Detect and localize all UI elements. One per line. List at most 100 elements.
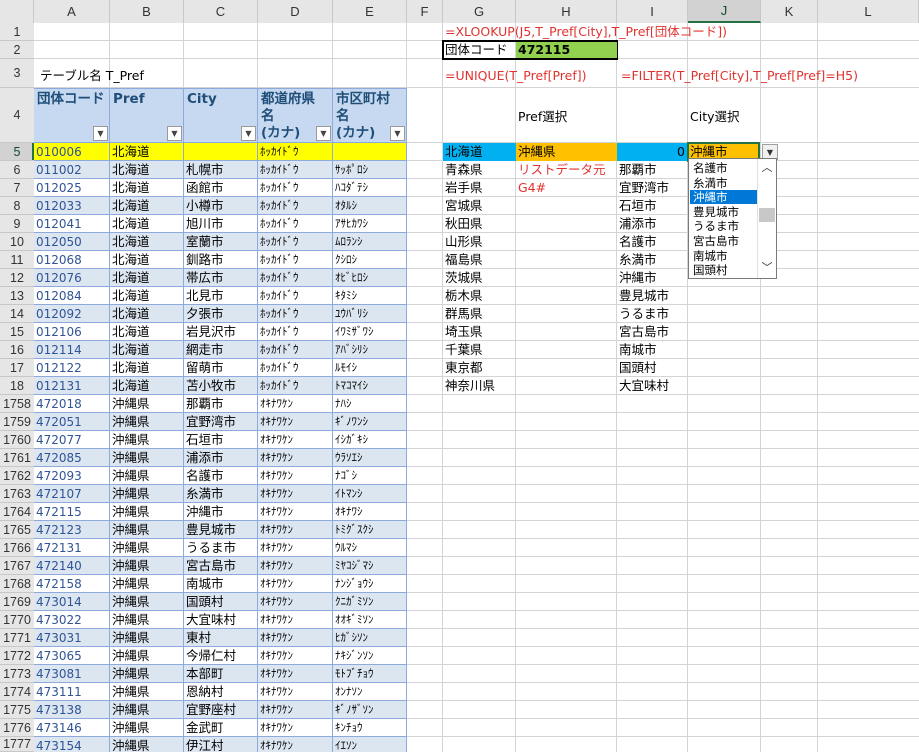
table-cell[interactable]: 472077 (34, 431, 110, 449)
row-header[interactable]: 18 (0, 377, 34, 395)
table-cell[interactable]: ﾎｯｶｲﾄﾞｳ (258, 305, 333, 323)
table-cell[interactable]: ﾎｯｶｲﾄﾞｳ (258, 215, 333, 233)
code-value[interactable]: 472115 (516, 42, 617, 58)
table-cell[interactable]: 室蘭市 (184, 233, 258, 251)
filter-dropdown-icon[interactable]: ▼ (316, 126, 331, 141)
row-header[interactable]: 1776 (0, 719, 34, 737)
table-cell[interactable]: 沖縄県 (110, 431, 184, 449)
table-cell[interactable]: 旭川市 (184, 215, 258, 233)
table-cell[interactable]: ﾊｺﾀﾞﾃｼ (333, 179, 407, 197)
table-cell[interactable]: ｲﾜﾐｻﾞﾜｼ (333, 323, 407, 341)
column-header-d[interactable]: D (258, 0, 333, 23)
table-cell[interactable]: 473111 (34, 683, 110, 701)
unique-list-item[interactable]: 東京都 (443, 359, 516, 377)
column-header-i[interactable]: I (617, 0, 688, 23)
table-cell[interactable]: 宜野湾市 (184, 413, 258, 431)
table-cell[interactable]: ｵｷﾅﾜｹﾝ (258, 557, 333, 575)
table-cell[interactable]: 北海道 (110, 287, 184, 305)
table-cell[interactable]: ﾙﾓｲｼ (333, 359, 407, 377)
table-cell[interactable]: ｵｷﾅﾜｹﾝ (258, 737, 333, 752)
table-cell[interactable]: 沖縄県 (110, 521, 184, 539)
unique-list-item[interactable]: 埼玉県 (443, 323, 516, 341)
table-cell[interactable]: ｵｷﾅﾜｹﾝ (258, 485, 333, 503)
table-cell[interactable]: ﾓﾄﾌﾞﾁｮｳ (333, 665, 407, 683)
table-cell[interactable]: 沖縄県 (110, 719, 184, 737)
table-cell[interactable]: 北海道 (110, 215, 184, 233)
table-cell[interactable]: 国頭村 (184, 593, 258, 611)
table-cell[interactable]: 沖縄県 (110, 413, 184, 431)
table-cell[interactable]: ｵｷﾅﾜｹﾝ (258, 719, 333, 737)
table-cell[interactable]: ｳﾗｿｴｼ (333, 449, 407, 467)
table-cell[interactable]: 小樽市 (184, 197, 258, 215)
table-cell[interactable]: 北海道 (110, 305, 184, 323)
filter-list-item[interactable]: 沖縄市 (617, 269, 688, 287)
filter-list-item[interactable]: 0 (617, 143, 688, 161)
filter-list-item[interactable]: 糸満市 (617, 251, 688, 269)
select-all-corner[interactable] (0, 0, 34, 23)
filter-list-item[interactable]: 宮古島市 (617, 323, 688, 341)
table-cell[interactable]: 473081 (34, 665, 110, 683)
scroll-up-icon[interactable]: ︿ (759, 161, 775, 175)
table-cell[interactable]: 473154 (34, 737, 110, 752)
table-cell[interactable]: ｵｷﾅﾜｹﾝ (258, 629, 333, 647)
table-cell[interactable]: 釧路市 (184, 251, 258, 269)
table-cell[interactable]: 北海道 (110, 359, 184, 377)
table-cell[interactable]: 豊見城市 (184, 521, 258, 539)
table-cell[interactable]: ﾎｯｶｲﾄﾞｳ (258, 377, 333, 395)
table-cell[interactable]: ﾅﾝｼﾞｮｳｼ (333, 575, 407, 593)
table-cell[interactable]: 012114 (34, 341, 110, 359)
row-header[interactable]: 1772 (0, 647, 34, 665)
table-cell[interactable]: 沖縄県 (110, 449, 184, 467)
table-cell[interactable]: ﾅﾊｼ (333, 395, 407, 413)
row-header[interactable]: 17 (0, 359, 34, 377)
table-cell[interactable]: 沖縄県 (110, 701, 184, 719)
table-cell[interactable]: 岩見沢市 (184, 323, 258, 341)
table-cell[interactable]: 東村 (184, 629, 258, 647)
table-cell[interactable]: 沖縄県 (110, 539, 184, 557)
table-cell[interactable]: 012076 (34, 269, 110, 287)
table-cell[interactable]: 糸満市 (184, 485, 258, 503)
table-cell[interactable]: 012041 (34, 215, 110, 233)
table-cell[interactable]: 472140 (34, 557, 110, 575)
table-cell[interactable]: ﾎｯｶｲﾄﾞｳ (258, 323, 333, 341)
table-cell[interactable]: ｵﾋﾞﾋﾛｼ (333, 269, 407, 287)
table-cell[interactable]: 南城市 (184, 575, 258, 593)
table-cell[interactable]: 苫小牧市 (184, 377, 258, 395)
table-cell[interactable]: ﾎｯｶｲﾄﾞｳ (258, 143, 333, 161)
row-header[interactable]: 1777 (0, 737, 34, 752)
filter-list-item[interactable]: 那覇市 (617, 161, 688, 179)
table-cell[interactable]: 472158 (34, 575, 110, 593)
filter-list-item[interactable]: 大宜味村 (617, 377, 688, 395)
table-cell[interactable]: ﾄﾐｸﾞｽｸｼ (333, 521, 407, 539)
table-cell[interactable]: ｵｷﾅﾜｹﾝ (258, 575, 333, 593)
filter-dropdown-icon[interactable]: ▼ (390, 126, 405, 141)
filter-list-item[interactable]: 石垣市 (617, 197, 688, 215)
table-cell[interactable]: 012122 (34, 359, 110, 377)
row-header[interactable]: 1 (0, 23, 34, 41)
filter-list-item[interactable]: 浦添市 (617, 215, 688, 233)
table-cell[interactable]: ｵｷﾅﾜｹﾝ (258, 431, 333, 449)
table-cell[interactable]: 沖縄県 (110, 575, 184, 593)
row-header[interactable]: 1773 (0, 665, 34, 683)
table-cell[interactable]: 472051 (34, 413, 110, 431)
table-cell[interactable]: 沖縄県 (110, 593, 184, 611)
unique-list-item[interactable]: 北海道 (443, 143, 516, 161)
table-cell[interactable]: ｵｷﾅﾜｹﾝ (258, 539, 333, 557)
table-cell[interactable]: 北海道 (110, 233, 184, 251)
table-cell[interactable]: ｷﾝﾁｮｳ (333, 719, 407, 737)
column-header-e[interactable]: E (333, 0, 407, 23)
unique-list-item[interactable]: 岩手県 (443, 179, 516, 197)
table-cell[interactable]: 北海道 (110, 161, 184, 179)
unique-list-item[interactable]: 群馬県 (443, 305, 516, 323)
scroll-down-icon[interactable]: ﹀ (759, 261, 775, 275)
table-cell[interactable]: ｵｷﾅﾜｹﾝ (258, 701, 333, 719)
table-cell[interactable]: ｵｷﾅﾜｹﾝ (258, 611, 333, 629)
table-cell[interactable]: 沖縄県 (110, 647, 184, 665)
table-cell[interactable]: 472093 (34, 467, 110, 485)
column-header-b[interactable]: B (110, 0, 184, 23)
table-cell[interactable]: 沖縄県 (110, 503, 184, 521)
filter-list-item[interactable]: うるま市 (617, 305, 688, 323)
table-cell[interactable]: 沖縄県 (110, 737, 184, 752)
row-header[interactable]: 4 (0, 88, 34, 143)
table-cell[interactable]: 473022 (34, 611, 110, 629)
